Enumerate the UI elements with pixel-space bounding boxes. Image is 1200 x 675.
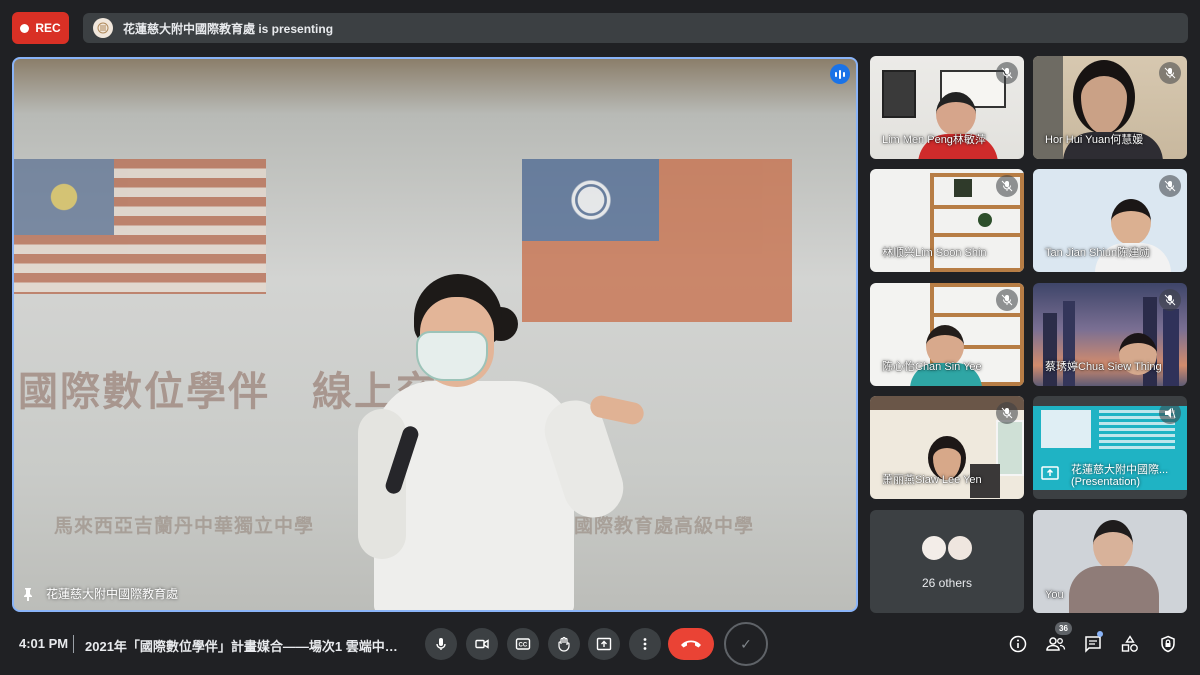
participant-face xyxy=(1073,60,1135,134)
recording-indicator[interactable]: REC xyxy=(12,12,69,44)
captions-icon: CC xyxy=(515,638,531,650)
participant-name: 陈心怡Chan Sin Yee xyxy=(882,361,982,373)
participant-tile[interactable]: 陈心怡Chan Sin Yee xyxy=(870,283,1024,386)
chat-icon xyxy=(1085,636,1101,653)
presenter-avatar-icon xyxy=(93,18,113,38)
divider xyxy=(73,635,74,653)
participant-tile[interactable]: 萧丽燕Siaw Lee Yen xyxy=(870,396,1024,499)
present-screen-icon xyxy=(596,637,612,651)
more-options-icon xyxy=(643,638,647,650)
presentation-tile[interactable]: 花蓮慈大附中國際... (Presentation) xyxy=(1033,396,1187,499)
mic-muted-icon xyxy=(996,289,1018,311)
meeting-clock: 4:01 PM xyxy=(19,636,69,651)
audio-speaking-icon xyxy=(830,64,850,84)
main-video-stage[interactable]: 國際數位學伴 線上交流 馬來西亞吉蘭丹中華獨立中學 花蓮慈大附中國際教育處高級中… xyxy=(12,57,858,612)
presenting-banner[interactable]: 花蓮慈大附中國際教育處 is presenting xyxy=(83,13,1188,43)
camera-button[interactable] xyxy=(466,628,498,660)
present-screen-icon xyxy=(1041,466,1059,480)
camera-icon xyxy=(475,639,489,649)
svg-text:CC: CC xyxy=(519,643,528,649)
participant-face xyxy=(936,92,976,136)
recording-label: REC xyxy=(35,21,61,35)
presentation-sub: (Presentation) xyxy=(1071,476,1141,488)
mic-muted-icon xyxy=(1159,289,1181,311)
participant-tile[interactable]: Hor Hui Yuan何慧媛 xyxy=(1033,56,1187,159)
record-dot-icon xyxy=(20,23,30,33)
present-now-button[interactable] xyxy=(588,628,620,660)
stage-participant-name: 花蓮慈大附中國際教育處 xyxy=(46,587,179,601)
people-count-badge: 36 xyxy=(1055,622,1072,635)
mic-muted-icon xyxy=(1159,62,1181,84)
more-options-button[interactable] xyxy=(629,628,661,660)
presentation-name: 花蓮慈大附中國際... xyxy=(1071,464,1169,476)
microphone-button[interactable] xyxy=(425,628,457,660)
participant-name: 林顺兴Lim Soon Shin xyxy=(882,247,987,259)
host-controls-button[interactable] xyxy=(1156,632,1180,656)
others-tile[interactable]: 26 others xyxy=(870,510,1024,613)
others-avatar xyxy=(920,534,948,562)
chat-notification-dot xyxy=(1097,631,1103,637)
participant-name: You xyxy=(1045,589,1064,601)
meeting-info-icon xyxy=(1009,635,1027,653)
meeting-info-button[interactable] xyxy=(1006,632,1030,656)
pin-icon[interactable] xyxy=(22,587,34,601)
end-call-icon xyxy=(681,640,701,648)
mic-muted-icon xyxy=(996,175,1018,197)
activities-button[interactable] xyxy=(1118,632,1142,656)
presenting-text: 花蓮慈大附中國際教育處 is presenting xyxy=(123,21,334,36)
activities-icon xyxy=(1121,635,1138,652)
others-count-label: 26 others xyxy=(921,576,973,590)
people-button[interactable] xyxy=(1044,632,1068,656)
participant-tile[interactable]: Lim Men Peng林敏萍 xyxy=(870,56,1024,159)
participant-name: Hor Hui Yuan何慧媛 xyxy=(1045,134,1144,146)
microphone-icon xyxy=(436,638,446,650)
volume-muted-icon xyxy=(1159,402,1181,424)
meeting-title[interactable]: 2021年「國際數位學伴」計畫媒合——場次1 雲端中相遇 xyxy=(85,636,405,655)
mic-muted-icon xyxy=(1159,175,1181,197)
participant-tile[interactable]: 林顺兴Lim Soon Shin xyxy=(870,169,1024,272)
mic-muted-icon xyxy=(996,402,1018,424)
raise-hand-button[interactable] xyxy=(548,628,580,660)
malaysia-flag-image xyxy=(14,159,266,294)
companion-mode-button[interactable]: ✓ xyxy=(724,622,768,666)
wall-painting-image xyxy=(882,70,916,118)
participant-body xyxy=(1069,566,1159,613)
companion-mode-icon: ✓ xyxy=(740,635,752,652)
speaker-video xyxy=(354,269,654,610)
mic-muted-icon xyxy=(996,62,1018,84)
end-call-button[interactable] xyxy=(668,628,714,660)
participant-name: 蔡琇婷Chua Siew Thing xyxy=(1045,361,1162,373)
captions-button[interactable]: CC xyxy=(507,628,539,660)
others-avatar xyxy=(946,534,974,562)
people-icon xyxy=(1046,637,1066,651)
self-view-tile[interactable]: You xyxy=(1033,510,1187,613)
participant-face xyxy=(1111,199,1151,245)
participant-name: Lim Men Peng林敏萍 xyxy=(882,134,986,146)
raise-hand-icon xyxy=(558,636,570,652)
stage-name-label: 花蓮慈大附中國際教育處 xyxy=(22,585,178,602)
participant-name: Tan Jian Shiun陈建勋 xyxy=(1045,247,1151,259)
participant-tile[interactable]: Tan Jian Shiun陈建勋 xyxy=(1033,169,1187,272)
participant-name: 萧丽燕Siaw Lee Yen xyxy=(882,474,982,486)
participant-face xyxy=(1093,520,1133,570)
participant-tile[interactable]: 蔡琇婷Chua Siew Thing xyxy=(1033,283,1187,386)
host-controls-icon xyxy=(1161,635,1175,653)
